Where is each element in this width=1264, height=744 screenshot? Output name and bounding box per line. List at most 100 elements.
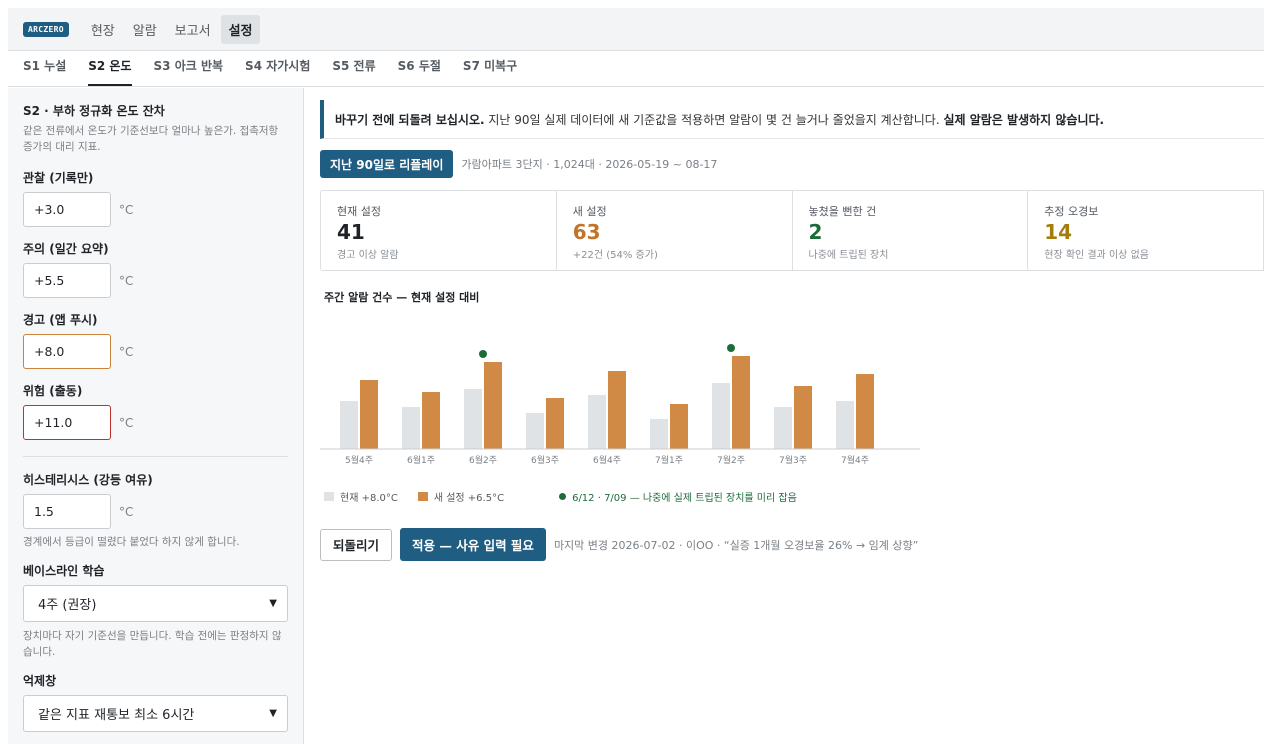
action-bar: 되돌리기 적용 — 사유 입력 필요 마지막 변경 2026-07-02 · 이… [320, 528, 1264, 561]
x-tick-label: 7월1주 [655, 454, 683, 466]
danger-unit: °C [119, 415, 134, 430]
chart-title: 주간 알람 건수 — 현재 설정 대비 [324, 291, 480, 304]
tab-s6[interactable]: S6 두절 [398, 57, 441, 86]
caution-unit: °C [119, 273, 134, 288]
caution-threshold-input[interactable] [23, 263, 111, 298]
baseline-label: 베이스라인 학습 [23, 564, 105, 578]
bar-current [340, 401, 358, 449]
x-tick-label: 7월2주 [717, 454, 745, 466]
bar-new [360, 380, 378, 449]
weekly-alarm-chart: 5월4주 6월1주 6월2주 6월3주 6월4주 7월1주 7월2주 7월3주 7월4주 [320, 309, 940, 489]
stat-label: 추정 오경보 [1044, 205, 1099, 218]
legend-new-label: 새 설정 +6.5°C [433, 493, 505, 504]
stat-sub: 현장 확인 결과 이상 없음 [1044, 250, 1149, 261]
replay-notice: 바꾸기 전에 되돌려 보십시오. 지난 90일 실제 데이터에 새 기준값을 적… [320, 100, 1264, 139]
stat-new: 새 설정 63 +22건 (54% 증가) [557, 191, 793, 270]
suppression-select[interactable]: 같은 지표 재통보 최소 6시간 ▼ [23, 695, 288, 732]
legend-current-label: 현재 +8.0°C [340, 493, 398, 504]
bar-new [546, 398, 564, 449]
legend-current: 현재 +8.0°C [324, 489, 398, 504]
logo: ARCZERO [23, 21, 69, 37]
stat-sub: +22건 (54% 증가) [572, 250, 658, 261]
stat-missed: 놓쳤을 뻔한 건 2 나중에 트립된 장치 [793, 191, 1029, 270]
stat-sub: 나중에 트립된 장치 [808, 250, 889, 261]
top-nav-bar: ARCZERO 현장 알람 보고서 설정 [8, 8, 1264, 51]
tab-s7[interactable]: S7 미복구 [463, 57, 517, 86]
bar-new [794, 386, 812, 449]
bar-current [588, 395, 606, 449]
observe-unit: °C [119, 202, 134, 217]
notice-text: 지난 90일 실제 데이터에 새 기준값을 적용하면 알람이 몇 건 늘거나 줄… [484, 112, 944, 127]
app-window: ARCZERO 현장 알람 보고서 설정 S1 누설 S2 온도 S3 아크 반… [8, 8, 1264, 744]
chevron-down-icon: ▼ [269, 598, 277, 609]
danger-threshold-input[interactable] [23, 405, 111, 440]
bar-new [608, 371, 626, 449]
stat-current: 현재 설정 41 경고 이상 알람 [321, 191, 557, 270]
stat-value: 63 [572, 220, 601, 244]
observe-threshold-input[interactable] [23, 192, 111, 227]
x-tick-label: 6월2주 [469, 454, 497, 466]
nav-settings[interactable]: 설정 [220, 14, 261, 44]
hysteresis-input[interactable] [23, 494, 111, 529]
legend-swatch-new [417, 492, 428, 501]
stat-value: 14 [1044, 220, 1073, 244]
baseline-select-value: 4주 (권장) [38, 598, 97, 613]
apply-button[interactable]: 적용 — 사유 입력 필요 [400, 528, 546, 561]
tab-s5[interactable]: S5 전류 [332, 57, 375, 86]
observe-label: 관찰 (기록만) [23, 171, 94, 185]
tab-s4[interactable]: S4 자가시험 [245, 57, 310, 86]
chart-svg: 5월4주 6월1주 6월2주 6월3주 6월4주 7월1주 7월2주 7월3주 7월4주 [320, 344, 920, 466]
stat-value: 2 [808, 220, 823, 244]
bar-new [422, 392, 440, 449]
x-tick-label: 6월1주 [407, 454, 435, 466]
x-tick-label: 5월4주 [345, 454, 373, 466]
sensor-tabs: S1 누설 S2 온도 S3 아크 반복 S4 자가시험 S5 전류 S6 두절… [8, 51, 1264, 87]
stat-false-alarm: 추정 오경보 14 현장 확인 결과 이상 없음 [1028, 191, 1264, 270]
chevron-down-icon: ▼ [269, 708, 277, 719]
nav-reports[interactable]: 보고서 [167, 15, 219, 44]
legend-event-label: 6/12 · 7/09 — 나중에 실제 트립된 장치를 미리 잡음 [572, 493, 797, 504]
trip-event-marker [479, 350, 487, 358]
hysteresis-unit: °C [119, 504, 134, 519]
danger-label: 위험 (출동) [23, 384, 83, 398]
caution-label: 주의 (일간 요약) [23, 242, 109, 256]
indicator-description: 같은 전류에서 온도가 기준선보다 얼마나 높은가. 접촉저항 증가의 대리 지… [23, 125, 279, 153]
legend-new: 새 설정 +6.5°C [417, 489, 505, 504]
warning-threshold-input[interactable] [23, 334, 111, 369]
bar-current [774, 407, 792, 449]
tab-s3[interactable]: S3 아크 반복 [154, 57, 224, 86]
replay-button[interactable]: 지난 90일로 리플레이 [320, 150, 454, 178]
section-divider [23, 456, 288, 457]
nav-site[interactable]: 현장 [83, 15, 123, 44]
x-tick-label: 6월3주 [531, 454, 559, 466]
hysteresis-hint: 경계에서 등급이 떨렸다 붙었다 하지 않게 합니다. [23, 536, 240, 548]
x-tick-label: 7월4주 [841, 454, 869, 466]
legend-event-dot [559, 493, 567, 500]
settings-sidebar: S2 · 부하 정규화 온도 잔차 같은 전류에서 온도가 기준선보다 얼마나 … [8, 88, 304, 744]
baseline-select[interactable]: 4주 (권장) ▼ [23, 585, 288, 622]
revert-button[interactable]: 되돌리기 [320, 528, 393, 561]
tab-s2[interactable]: S2 온도 [88, 57, 132, 86]
suppression-label: 억제창 [23, 674, 57, 688]
stats-row: 현재 설정 41 경고 이상 알람 새 설정 63 +22건 (54% 증가) … [320, 190, 1264, 271]
nav-alarms[interactable]: 알람 [125, 15, 165, 44]
stat-label: 놓쳤을 뻔한 건 [808, 205, 877, 218]
replay-meta: 가람아파트 3단지 · 1,024대 · 2026-05-19 ~ 08-17 [461, 158, 718, 171]
warning-unit: °C [119, 344, 134, 359]
hysteresis-label: 히스테리시스 (강등 여유) [23, 473, 153, 487]
notice-bold-2: 실제 알람은 발생하지 않습니다. [943, 112, 1105, 127]
bar-new [670, 404, 688, 449]
last-change-info: 마지막 변경 2026-07-02 · 이OO · “실증 1개월 오경보율 2… [553, 538, 919, 552]
bar-current [464, 389, 482, 449]
suppression-select-value: 같은 지표 재통보 최소 6시간 [38, 708, 195, 723]
chart-legend: 현재 +8.0°C 새 설정 +6.5°C 6/12 · 7/09 — 나중에 … [320, 489, 1264, 504]
bar-new [732, 356, 750, 449]
stat-value: 41 [337, 220, 365, 244]
tab-s1[interactable]: S1 누설 [23, 57, 66, 86]
stat-sub: 경고 이상 알람 [337, 250, 399, 261]
stat-label: 현재 설정 [337, 205, 381, 218]
stat-label: 새 설정 [572, 205, 607, 218]
warning-label: 경고 (앱 푸시) [23, 313, 98, 327]
bar-new [484, 362, 502, 449]
baseline-hint: 장치마다 자기 기준선을 만듭니다. 학습 전에는 판정하지 않습니다. [23, 630, 282, 658]
